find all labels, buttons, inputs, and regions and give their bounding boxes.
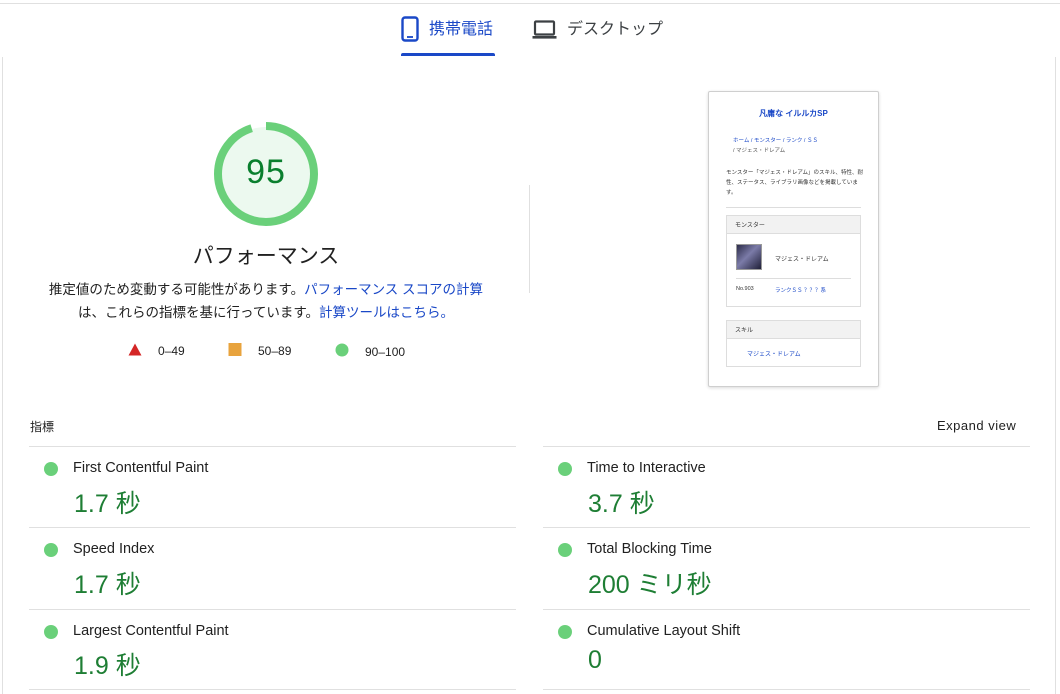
thumb-monster-rank: ランクＳＳ ？？？系 xyxy=(775,288,827,294)
pass-circle-icon xyxy=(44,543,58,557)
legend-average: 50–89 xyxy=(228,343,291,359)
score-title: パフォーマンス xyxy=(192,245,340,268)
legend-pass-label: 90–100 xyxy=(365,344,406,359)
final-screenshot[interactable]: 凡庸な イルルカSP ホーム / モンスター / ランク / ＳＳ / マジェス… xyxy=(708,91,879,387)
legend-average-label: 50–89 xyxy=(258,344,292,358)
pass-circle-icon xyxy=(558,462,572,476)
tab-desktop-label: デスクトップ xyxy=(567,21,664,38)
thumb-intro-text: モンスター「マジェス・ドレアム」のスキル、特性、耐性、ステータス、ライブラリ画像… xyxy=(726,170,864,196)
metric-tbt-value: 200 ミリ秒 xyxy=(588,571,712,599)
description-middle: は、これらの指標を基に行っています。 xyxy=(78,305,319,320)
metric-tbt-label: Total Blocking Time xyxy=(587,541,712,557)
laptop-icon xyxy=(532,20,557,45)
metric-cls-label: Cumulative Layout Shift xyxy=(587,623,741,639)
metric-fcp-value: 1.7 秒 xyxy=(74,490,141,518)
thumb-monster-box-head: モンスター xyxy=(727,216,860,234)
thumb-breadcrumb-line1: ホーム / モンスター / ランク / ＳＳ xyxy=(733,138,818,144)
metric-divider xyxy=(543,527,1030,528)
pane-border-left xyxy=(2,57,3,694)
thumb-skill-box-head: スキル xyxy=(727,321,860,339)
triangle-icon xyxy=(128,343,142,359)
smartphone-icon xyxy=(401,16,419,47)
thumb-divider xyxy=(726,207,861,208)
metric-si-label: Speed Index xyxy=(73,541,155,557)
metric-lcp-value: 1.9 秒 xyxy=(74,652,141,680)
score-description: 推定値のため変動する可能性があります。パフォーマンス スコアの計算 は、これらの… xyxy=(40,278,492,324)
pane-border-right xyxy=(1055,57,1056,694)
score-value: 95 xyxy=(246,153,286,191)
lighthouse-report: 携帯電話 デスクトップ 95 パフォーマンス 推定値のため変動する可能性がありま… xyxy=(0,0,1060,694)
metric-divider xyxy=(29,527,516,528)
thumb-site-title: 凡庸な イルルカSP xyxy=(759,109,828,118)
thumb-breadcrumb-line2: / マジェス・ドレアム xyxy=(733,148,786,154)
metric-divider xyxy=(29,609,516,610)
pass-circle-icon xyxy=(44,462,58,476)
metric-fcp-label: First Contentful Paint xyxy=(73,460,209,476)
metric-divider xyxy=(543,609,1030,610)
thumb-monster-name: マジェス・ドレアム xyxy=(775,257,829,263)
monster-image xyxy=(736,244,762,270)
metric-tti-label: Time to Interactive xyxy=(587,460,706,476)
thumb-monster-no: No.903 xyxy=(736,286,754,292)
thumb-monster-box: モンスター マジェス・ドレアム No.903 ランクＳＳ ？？？系 xyxy=(726,215,861,307)
tab-desktop[interactable]: デスクトップ xyxy=(532,14,672,58)
square-icon xyxy=(228,343,242,359)
thumb-skill-box: スキル マジェス・ドレアム xyxy=(726,320,861,367)
legend-fail-label: 0–49 xyxy=(158,344,185,358)
active-tab-indicator xyxy=(401,53,495,56)
metric-si-value: 1.7 秒 xyxy=(74,571,141,599)
description-prefix: 推定値のため変動する可能性があります。 xyxy=(48,282,305,297)
metric-divider xyxy=(29,689,516,690)
pass-circle-icon xyxy=(44,625,58,639)
legend-fail: 0–49 xyxy=(128,343,185,359)
tab-mobile-label: 携帯電話 xyxy=(429,21,494,38)
top-border xyxy=(0,3,1060,4)
metric-lcp-label: Largest Contentful Paint xyxy=(73,623,229,639)
metric-divider xyxy=(543,446,1030,447)
tab-mobile[interactable]: 携帯電話 xyxy=(401,14,495,58)
score-calc-link[interactable]: パフォーマンス スコアの計算 xyxy=(304,282,483,297)
metric-cls-value: 0 xyxy=(588,646,602,674)
pass-circle-icon xyxy=(558,543,572,557)
thumb-box-separator xyxy=(736,278,851,279)
pass-circle-icon xyxy=(558,625,572,639)
metric-divider xyxy=(29,446,516,447)
thumb-skill-name: マジェス・ドレアム xyxy=(747,352,801,358)
vertical-divider xyxy=(529,185,530,293)
circle-icon xyxy=(335,343,349,360)
expand-view-button[interactable]: Expand view xyxy=(937,418,1016,433)
metric-tti-value: 3.7 秒 xyxy=(588,490,655,518)
metrics-title: 指標 xyxy=(30,420,55,434)
legend-pass: 90–100 xyxy=(335,343,405,360)
thumb-breadcrumb: ホーム / モンスター / ランク / ＳＳ / マジェス・ドレアム xyxy=(733,136,863,156)
metric-divider xyxy=(543,689,1030,690)
calculator-link[interactable]: 計算ツールはこちら。 xyxy=(319,305,454,320)
